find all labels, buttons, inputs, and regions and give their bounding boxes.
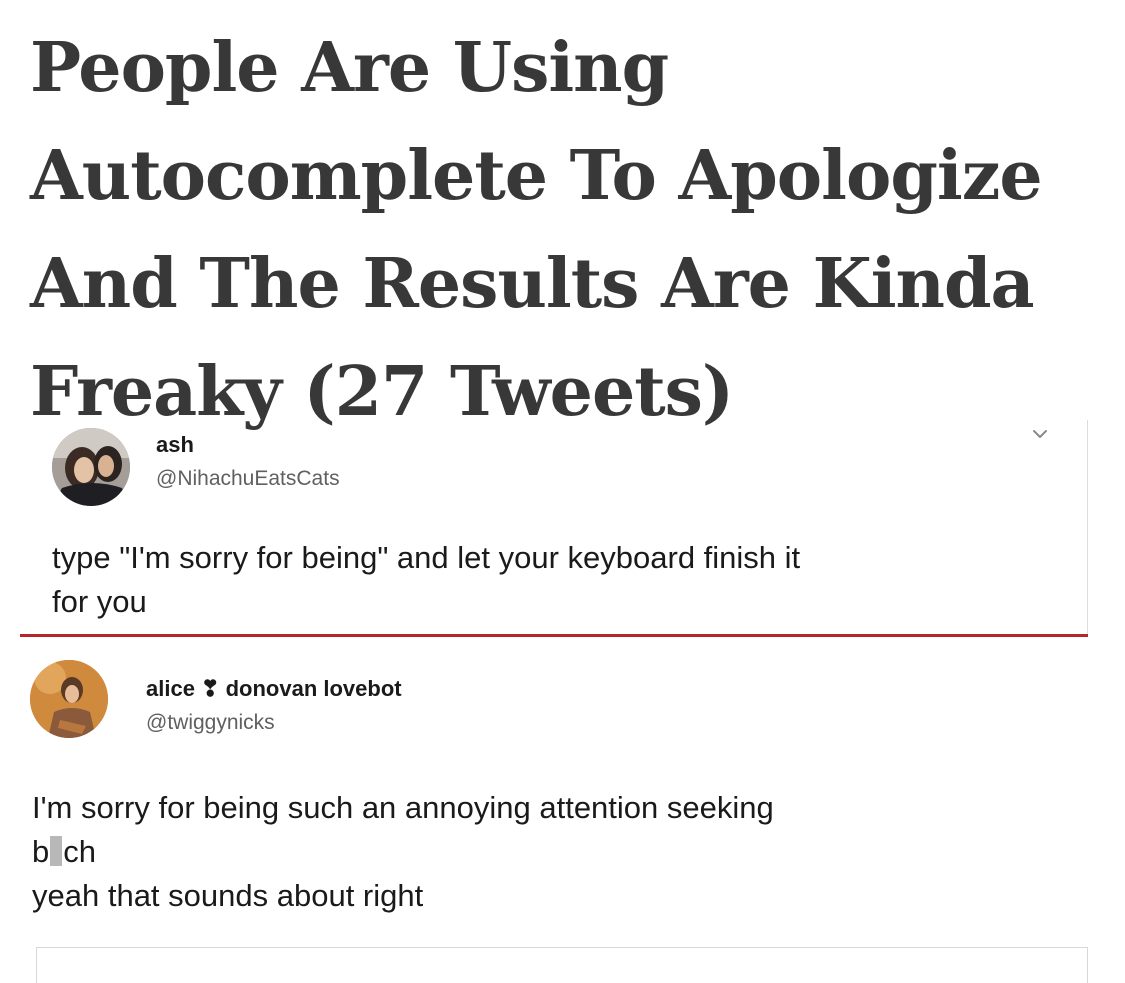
divider <box>36 948 37 983</box>
tweet-handle[interactable]: @NihachuEatsCats <box>156 466 340 492</box>
tweet-text-line: type "I'm sorry for being" and let your … <box>52 540 801 575</box>
avatar[interactable] <box>52 428 130 506</box>
divider <box>36 947 1088 948</box>
tweet-text: I'm sorry for being such an annoying att… <box>32 786 774 918</box>
tweet-text-line: yeah that sounds about right <box>32 878 424 913</box>
avatar[interactable] <box>30 660 108 738</box>
article-headline: People Are Using Autocomplete To Apologi… <box>30 28 1043 432</box>
tweet-text: type "I'm sorry for being" and let your … <box>52 536 800 624</box>
tweet-handle[interactable]: @twiggynicks <box>146 710 275 736</box>
tweet-card: ash @NihachuEatsCats type "I'm sorry for… <box>20 420 1088 635</box>
divider <box>1087 948 1088 983</box>
chevron-down-icon[interactable] <box>1030 424 1050 444</box>
tweet-divider <box>20 634 1088 637</box>
tweet-text-line: I'm sorry for being such an annoying att… <box>32 790 774 825</box>
tweet-text-fragment: ch <box>63 834 96 869</box>
tweet-display-name[interactable]: ash <box>156 432 194 458</box>
avatar-photo-icon <box>30 660 108 738</box>
censor-block <box>50 836 63 866</box>
tweet-text-fragment: b <box>32 834 50 869</box>
tweet-display-name[interactable]: alice ❣ donovan lovebot <box>146 676 402 702</box>
tweet-card: alice ❣ donovan lovebot @twiggynicks I'm… <box>20 640 1088 940</box>
tweet-text-line: for you <box>52 584 147 619</box>
avatar-photo-icon <box>52 428 130 506</box>
tweet-text-line-censored: b ch <box>32 830 774 874</box>
